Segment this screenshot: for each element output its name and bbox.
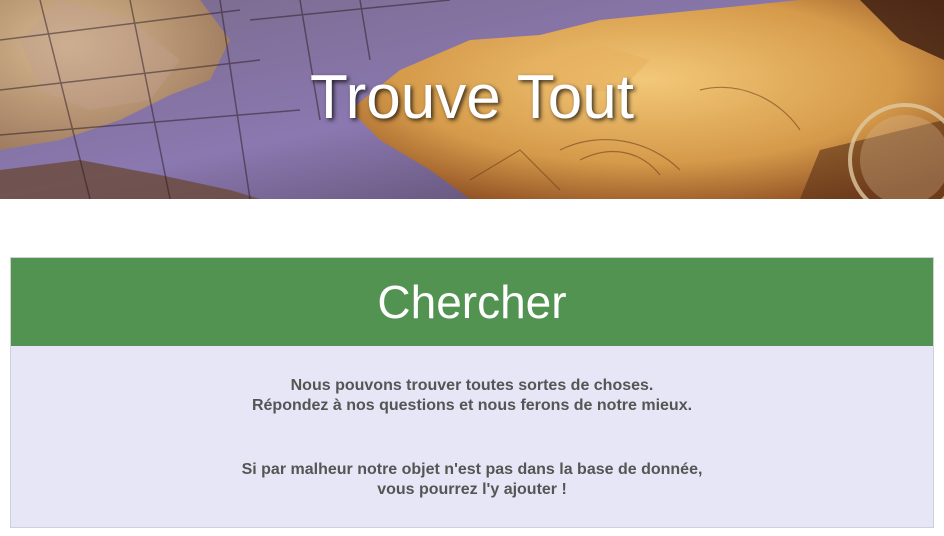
intro-text: Nous pouvons trouver toutes sortes de ch… bbox=[11, 376, 933, 416]
note-line-1: Si par malheur notre objet n'est pas dan… bbox=[241, 461, 703, 478]
site-title: Trouve Tout bbox=[310, 63, 634, 132]
intro-line-2: Répondez à nos questions et nous ferons … bbox=[251, 397, 693, 414]
search-panel-body: Nous pouvons trouver toutes sortes de ch… bbox=[11, 346, 933, 500]
header-banner: Trouve Tout bbox=[0, 0, 944, 199]
intro-line-1: Nous pouvons trouver toutes sortes de ch… bbox=[290, 377, 654, 394]
note-line-2: vous pourrez l'y ajouter ! bbox=[377, 481, 567, 498]
add-object-note: Si par malheur notre objet n'est pas dan… bbox=[11, 460, 933, 500]
search-panel: Chercher Nous pouvons trouver toutes sor… bbox=[10, 257, 934, 528]
search-panel-title: Chercher bbox=[11, 258, 933, 346]
